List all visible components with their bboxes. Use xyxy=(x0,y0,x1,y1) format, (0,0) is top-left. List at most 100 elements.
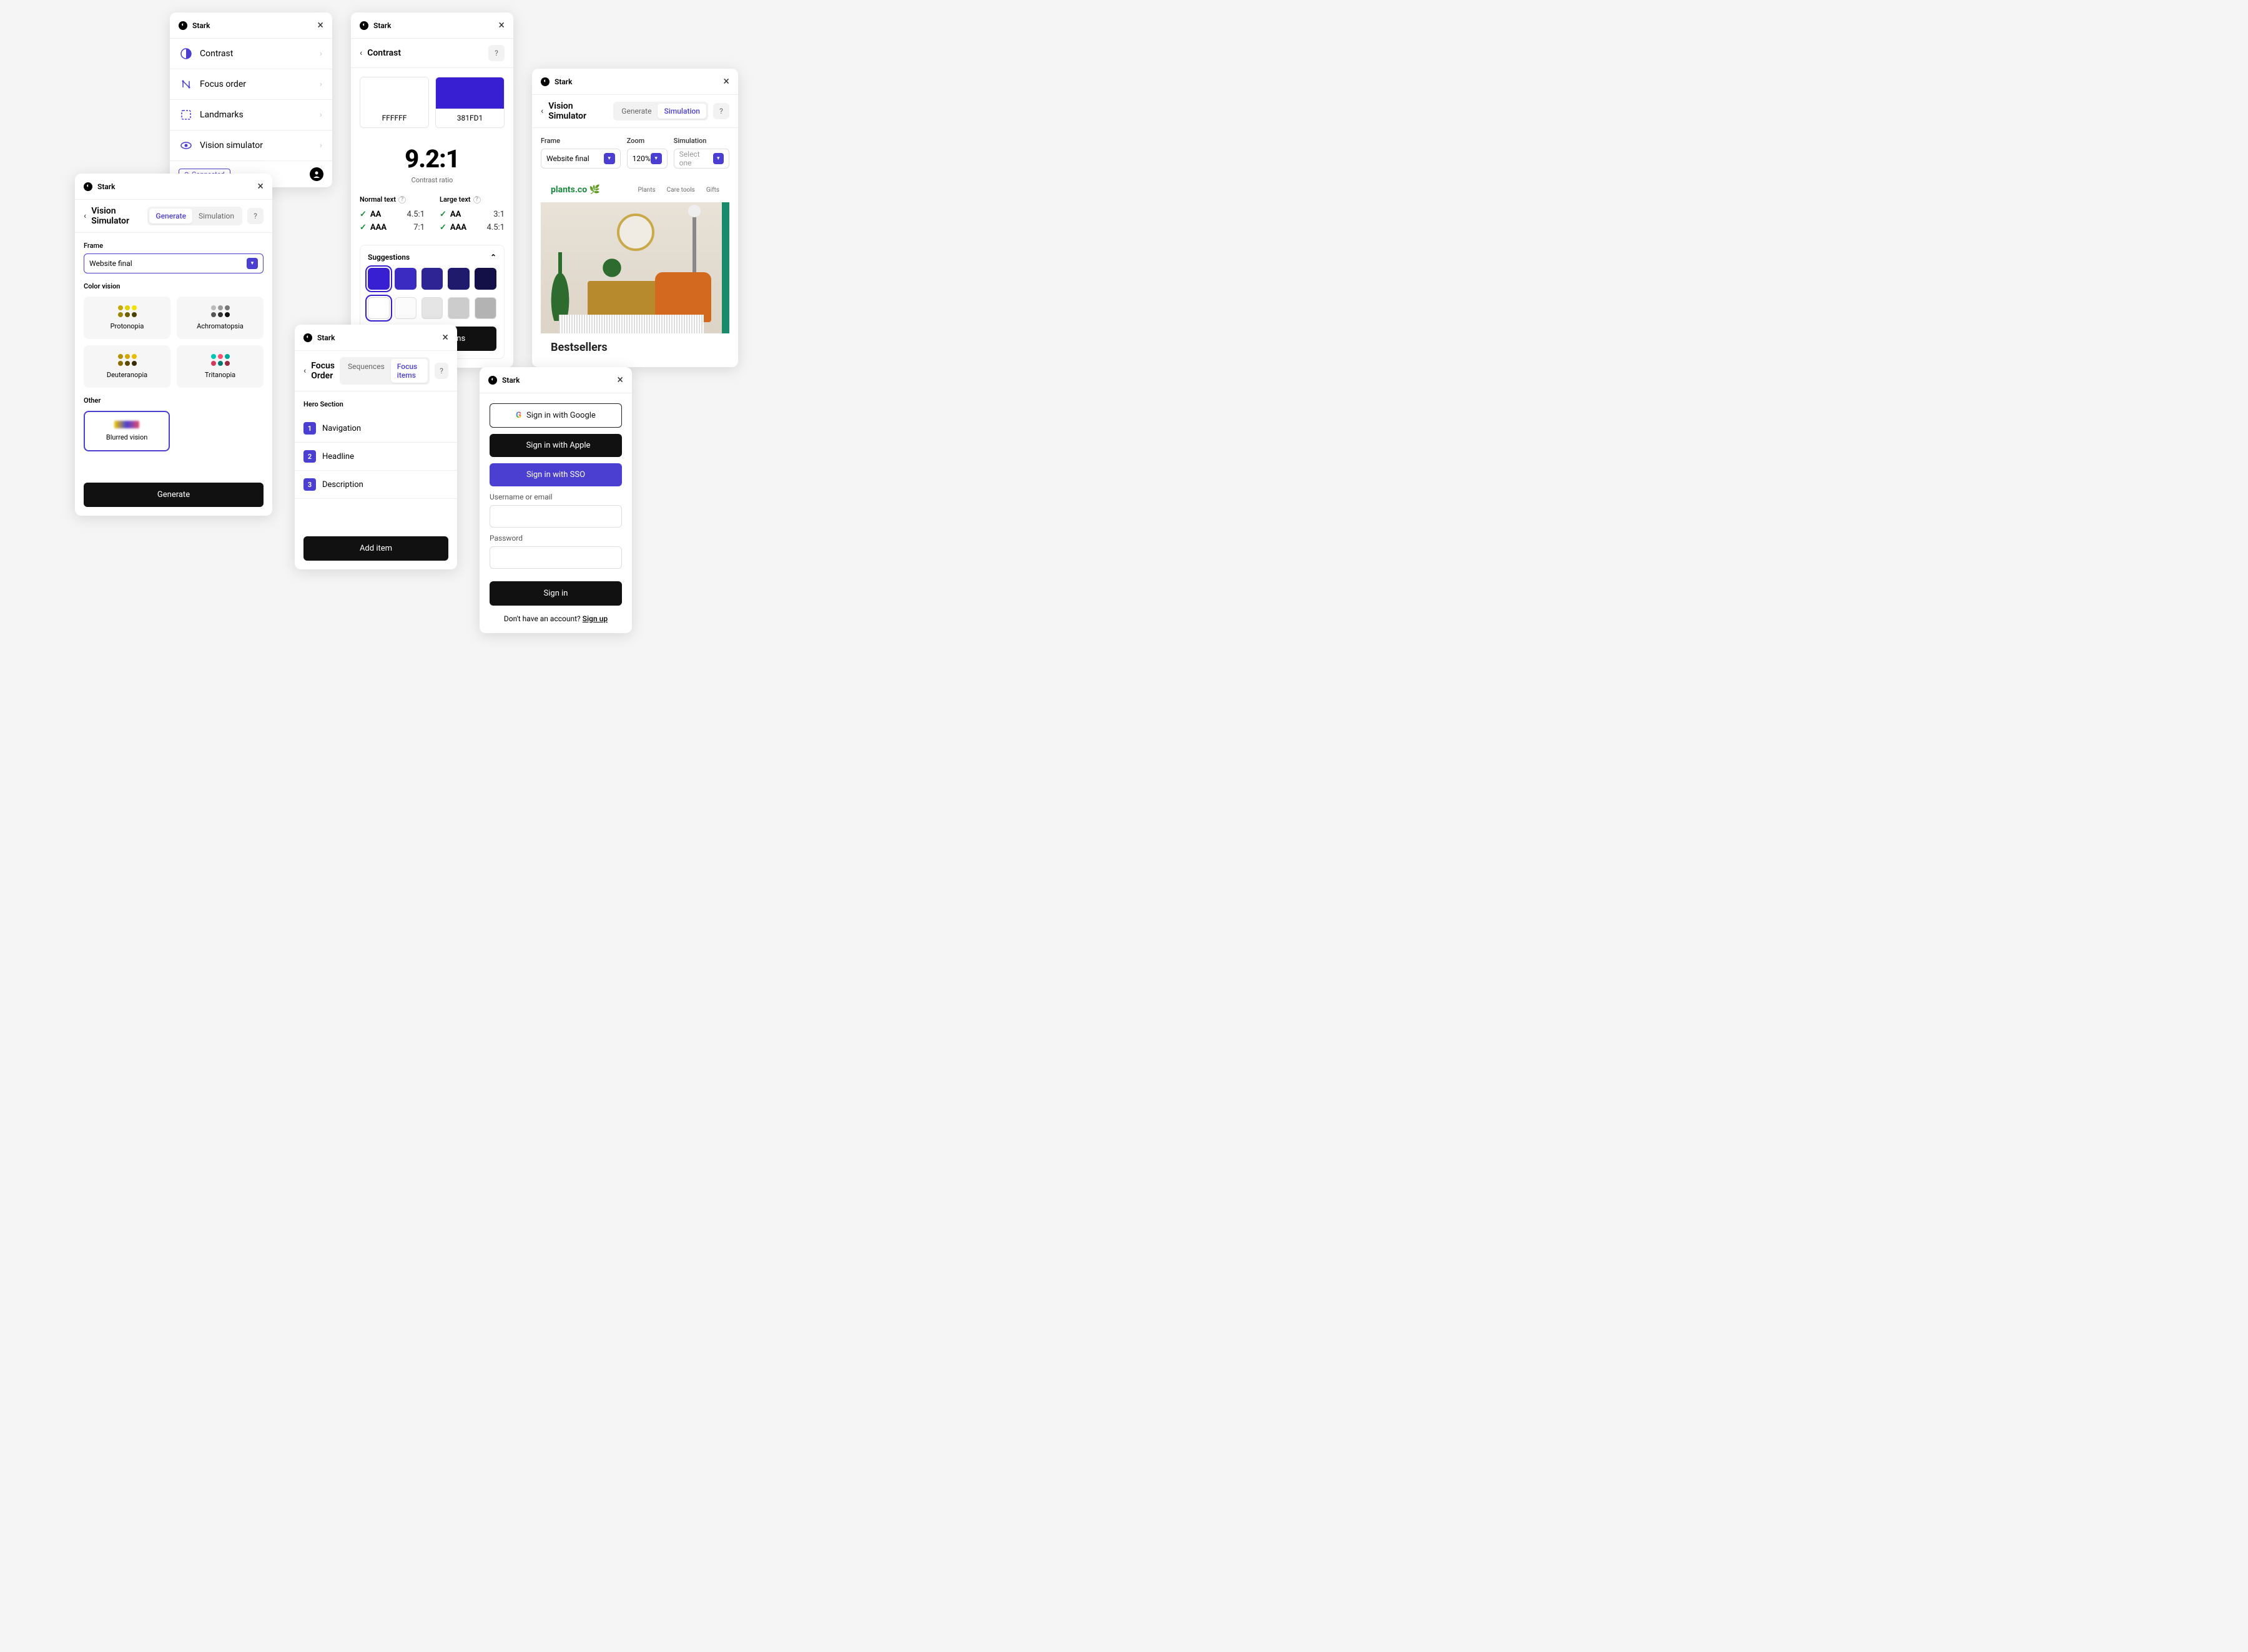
back-icon[interactable]: ‹ xyxy=(360,48,362,58)
suggestion-swatch[interactable] xyxy=(422,268,443,290)
landmarks-icon xyxy=(180,109,192,121)
col-title: Large text ? xyxy=(440,195,505,204)
close-icon[interactable]: × xyxy=(442,331,448,344)
close-icon[interactable]: × xyxy=(617,373,623,386)
menu-item-focus-order[interactable]: Focus order › xyxy=(170,69,332,100)
foreground-swatch[interactable]: 381FD1 xyxy=(435,77,505,128)
close-icon[interactable]: × xyxy=(317,19,323,32)
option-label: Deuteranopia xyxy=(107,371,147,379)
panel-header: Stark × xyxy=(480,367,632,393)
info-icon[interactable]: ? xyxy=(473,196,481,204)
bestsellers-heading: Bestsellers xyxy=(541,333,729,358)
background-swatch[interactable]: FFFFFF xyxy=(360,77,429,128)
suggestion-swatch[interactable] xyxy=(448,268,470,290)
nav-link: Gifts xyxy=(706,187,719,194)
tab-generate[interactable]: Generate xyxy=(615,104,658,119)
help-icon[interactable]: ? xyxy=(713,103,729,119)
back-icon[interactable]: ‹ xyxy=(303,366,306,376)
password-label: Password xyxy=(490,534,622,543)
check-line: ✓AA4.5:1 xyxy=(360,210,425,219)
nav-link: Plants xyxy=(638,187,656,194)
suggestion-swatch[interactable] xyxy=(368,268,390,290)
tab-simulation[interactable]: Simulation xyxy=(192,209,240,224)
focus-item[interactable]: 3Description xyxy=(295,471,457,499)
stark-logo-icon xyxy=(303,333,312,342)
apple-signin-button[interactable]: Sign in with Apple xyxy=(490,434,622,457)
nav-link: Care tools xyxy=(667,187,695,194)
suggestion-swatch[interactable] xyxy=(448,297,470,319)
signup-link[interactable]: Sign up xyxy=(583,614,608,623)
ratio-value: 9.2:1 xyxy=(351,144,513,174)
option-achromatopsia[interactable]: Achromatopsia xyxy=(177,297,264,339)
grade-value: 7:1 xyxy=(413,223,425,232)
hero-image xyxy=(541,202,729,333)
menu-item-vision-simulator[interactable]: Vision simulator › xyxy=(170,130,332,160)
option-label: Blurred vision xyxy=(106,433,147,441)
option-blurred-vision[interactable]: Blurred vision xyxy=(84,411,170,451)
zoom-select[interactable]: 120%▾ xyxy=(627,149,668,169)
controls-row: Frame Website final▾ Zoom 120%▾ Simulati… xyxy=(532,128,738,177)
tab-focus-items[interactable]: Focus items xyxy=(391,359,428,383)
simulation-control: Simulation Select one▾ xyxy=(674,137,729,169)
tab-control: Sequences Focus items xyxy=(340,357,430,385)
color-swatches: FFFFFF 381FD1 xyxy=(351,68,513,137)
option-deuteranopia[interactable]: Deuteranopia xyxy=(84,345,170,388)
info-icon[interactable]: ? xyxy=(398,196,406,204)
suggestions-label: Suggestions xyxy=(368,253,410,262)
close-icon[interactable]: × xyxy=(257,180,264,193)
signup-row: Don't have an account? Sign up xyxy=(490,614,622,623)
back-icon[interactable]: ‹ xyxy=(541,106,543,116)
tab-simulation[interactable]: Simulation xyxy=(658,104,706,119)
password-input[interactable] xyxy=(490,546,622,569)
dots-icon xyxy=(211,305,230,317)
suggestion-swatch[interactable] xyxy=(422,297,443,319)
stark-logo-icon xyxy=(84,182,92,191)
add-item-button[interactable]: Add item xyxy=(303,536,448,561)
simulation-select[interactable]: Select one▾ xyxy=(674,149,729,169)
brand-label: Stark xyxy=(192,21,210,30)
focus-item[interactable]: 1Navigation xyxy=(295,415,457,443)
suggestion-swatch[interactable] xyxy=(395,297,417,319)
google-signin-button[interactable]: GSign in with Google xyxy=(490,403,622,428)
focus-item-label: Navigation xyxy=(322,424,361,433)
menu-item-label: Landmarks xyxy=(200,110,320,120)
avatar[interactable] xyxy=(310,167,323,181)
menu-item-landmarks[interactable]: Landmarks › xyxy=(170,100,332,130)
focus-item[interactable]: 2Headline xyxy=(295,443,457,471)
frame-select[interactable]: Website final▾ xyxy=(84,253,264,273)
username-input[interactable] xyxy=(490,505,622,528)
fg-swatch-grid xyxy=(368,268,496,290)
dots-icon xyxy=(211,354,230,366)
tab-control: Generate Simulation xyxy=(147,207,242,225)
generate-button[interactable]: Generate xyxy=(84,483,264,507)
signin-button[interactable]: Sign in xyxy=(490,581,622,606)
option-label: Protonopia xyxy=(111,322,144,330)
menu-item-label: Contrast xyxy=(200,49,320,59)
back-icon[interactable]: ‹ xyxy=(84,211,86,221)
no-account-text: Don't have an account? xyxy=(504,614,583,623)
suggestions-header[interactable]: Suggestions ⌃ xyxy=(368,253,496,262)
suggestion-swatch[interactable] xyxy=(368,297,390,319)
help-icon[interactable]: ? xyxy=(435,363,448,379)
check-line: ✓AAA4.5:1 xyxy=(440,223,505,232)
dropdown-icon: ▾ xyxy=(651,153,662,164)
panel-header: Stark × xyxy=(532,69,738,95)
subheader: ‹ Contrast ? xyxy=(351,39,513,68)
tab-generate[interactable]: Generate xyxy=(149,209,192,224)
sso-signin-button[interactable]: Sign in with SSO xyxy=(490,463,622,486)
close-icon[interactable]: × xyxy=(498,19,505,32)
chevron-right-icon: › xyxy=(320,140,322,150)
menu-item-contrast[interactable]: Contrast › xyxy=(170,39,332,69)
ratio-label: Contrast ratio xyxy=(351,176,513,184)
suggestion-swatch[interactable] xyxy=(475,268,496,290)
help-icon[interactable]: ? xyxy=(488,45,505,61)
option-protonopia[interactable]: Protonopia xyxy=(84,297,170,339)
option-tritanopia[interactable]: Tritanopia xyxy=(177,345,264,388)
subheader-title: Focus Order xyxy=(311,361,335,381)
close-icon[interactable]: × xyxy=(723,75,729,88)
suggestion-swatch[interactable] xyxy=(395,268,417,290)
frame-select[interactable]: Website final▾ xyxy=(541,149,621,169)
tab-sequences[interactable]: Sequences xyxy=(342,359,391,383)
suggestion-swatch[interactable] xyxy=(475,297,496,319)
help-icon[interactable]: ? xyxy=(247,208,264,224)
